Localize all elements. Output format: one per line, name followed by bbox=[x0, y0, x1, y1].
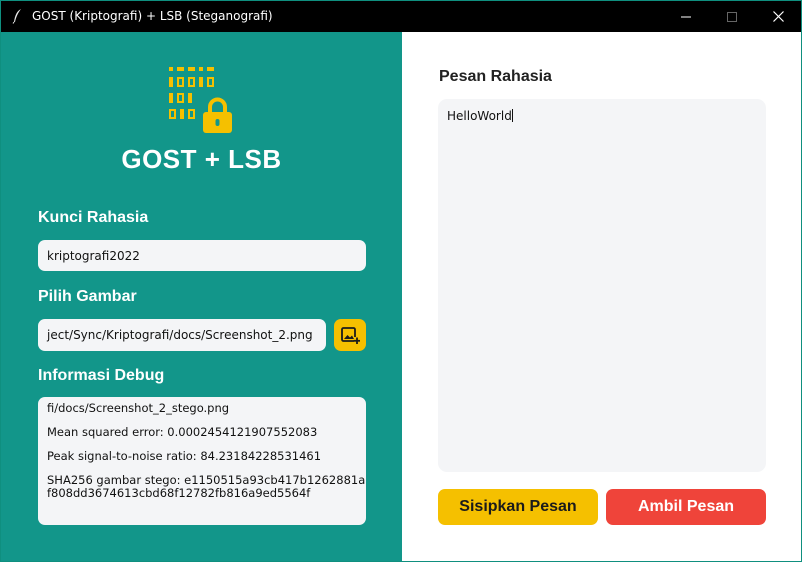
image-add-icon bbox=[341, 327, 360, 345]
debug-line: Mean squared error: 0.000245412190755208… bbox=[47, 425, 318, 439]
text-caret bbox=[511, 109, 514, 122]
close-button[interactable] bbox=[755, 1, 801, 32]
app-window: GOST (Kriptografi) + LSB (Steganografi) bbox=[0, 0, 802, 562]
debug-line: Peak signal-to-noise ratio: 84.231842285… bbox=[47, 449, 322, 463]
embed-message-button[interactable]: Sisipkan Pesan bbox=[438, 489, 598, 525]
sidebar-panel: GOST + LSB Kunci Rahasia Pilih Gambar je… bbox=[1, 32, 402, 561]
choose-image-label: Pilih Gambar bbox=[38, 288, 137, 305]
secret-key-label: Kunci Rahasia bbox=[38, 209, 149, 226]
secret-key-field[interactable] bbox=[38, 240, 366, 271]
image-path-field[interactable]: ject/Sync/Kriptografi/docs/Screenshot_2.… bbox=[38, 319, 326, 351]
close-icon bbox=[772, 11, 784, 22]
maximize-icon bbox=[727, 11, 737, 22]
main-panel: Pesan Rahasia HelloWorld Sisipkan Pesan … bbox=[402, 32, 801, 561]
extract-message-button[interactable]: Ambil Pesan bbox=[606, 489, 766, 525]
feather-icon bbox=[12, 9, 21, 24]
debug-line: f808dd3674613cbd68f12782fb816a9ed5564f bbox=[47, 486, 311, 500]
debug-line: fi/docs/Screenshot_2_stego.png bbox=[47, 401, 230, 415]
maximize-button[interactable] bbox=[709, 1, 755, 32]
minimize-button[interactable] bbox=[663, 1, 709, 32]
secret-message-label: Pesan Rahasia bbox=[439, 68, 552, 85]
minimize-icon bbox=[681, 16, 691, 17]
binary-lock-icon bbox=[169, 67, 232, 133]
debug-info-box[interactable]: fi/docs/Screenshot_2_stego.png Mean squa… bbox=[38, 397, 366, 525]
choose-image-button[interactable] bbox=[334, 319, 366, 351]
image-path-value: ject/Sync/Kriptografi/docs/Screenshot_2.… bbox=[47, 328, 313, 342]
secret-message-text: HelloWorld bbox=[447, 109, 512, 123]
debug-info-label: Informasi Debug bbox=[38, 367, 165, 384]
secret-message-textarea[interactable]: HelloWorld bbox=[438, 99, 766, 472]
title-bar: GOST (Kriptografi) + LSB (Steganografi) bbox=[1, 1, 801, 32]
window-title: GOST (Kriptografi) + LSB (Steganografi) bbox=[32, 9, 273, 23]
app-title: GOST + LSB bbox=[121, 144, 282, 174]
secret-key-input[interactable] bbox=[47, 248, 357, 263]
